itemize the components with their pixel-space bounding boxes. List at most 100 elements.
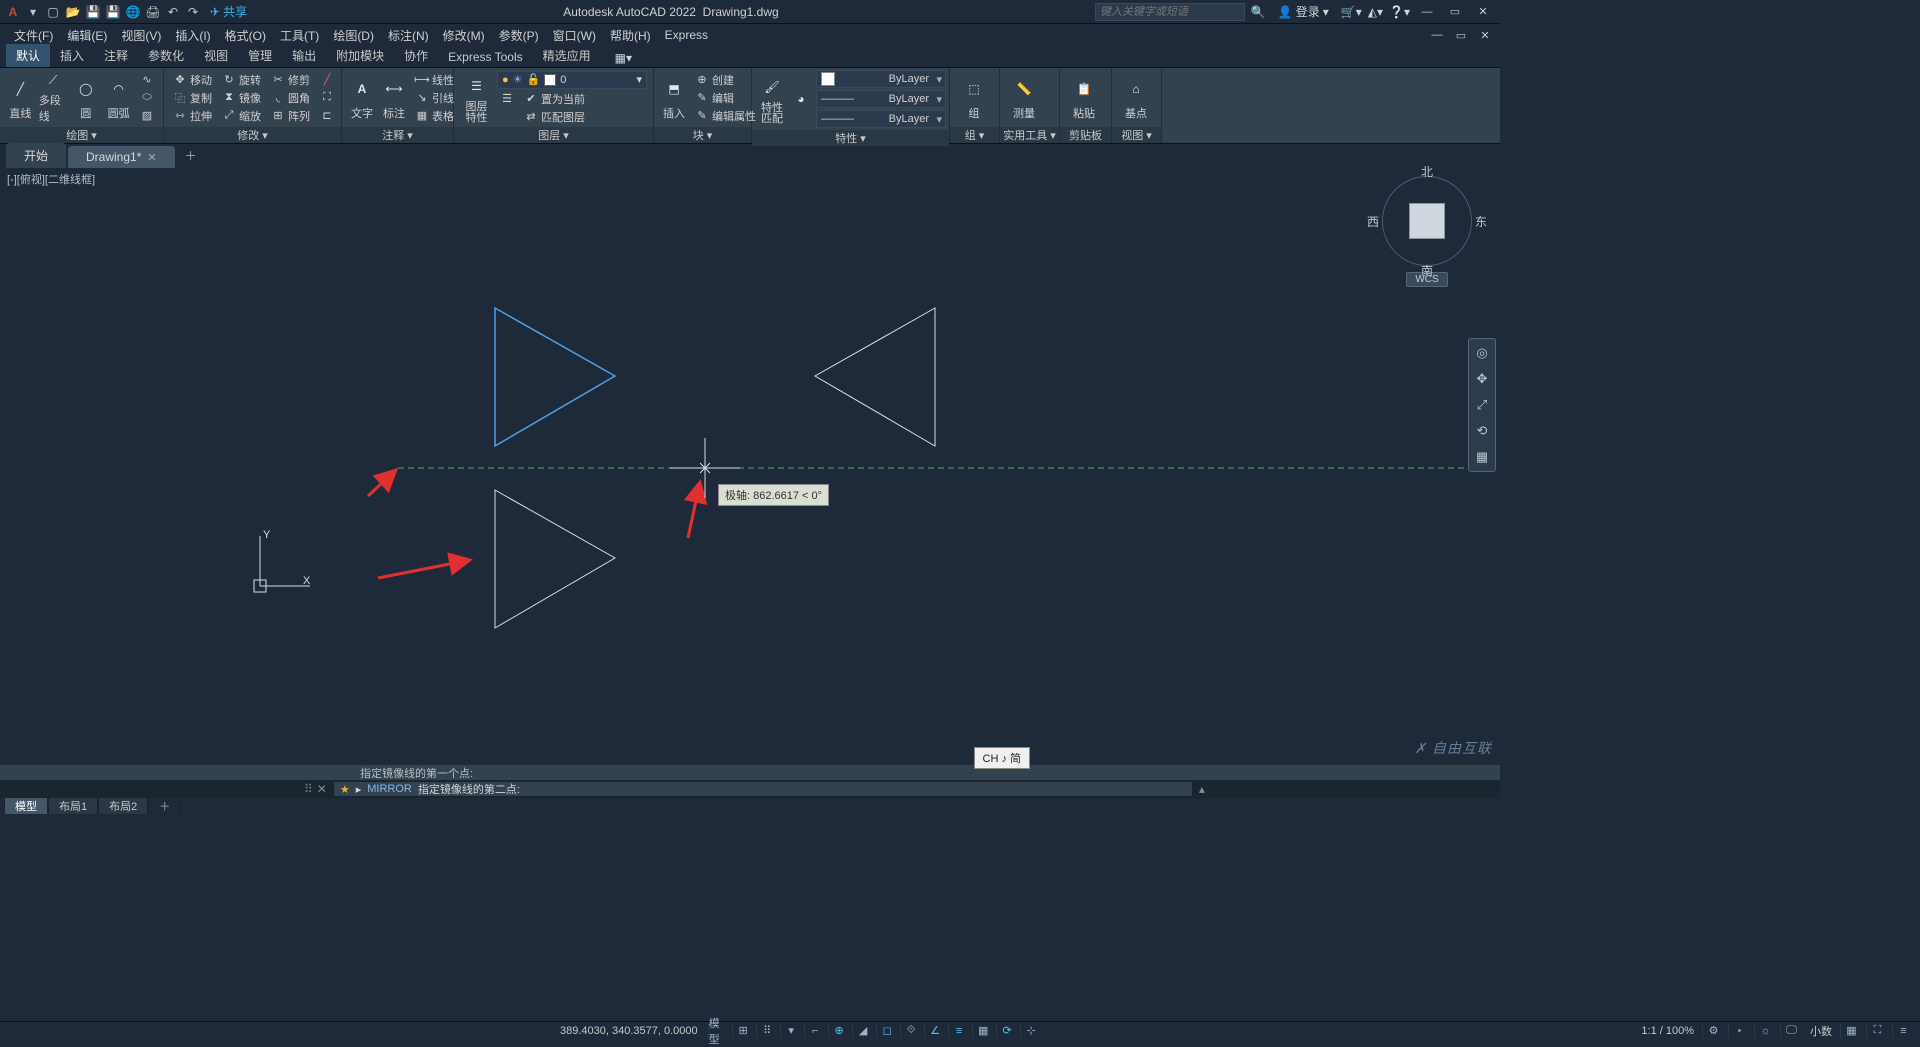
saveas-icon[interactable]: 💾 [104,3,122,21]
sb-clean-icon[interactable]: ⛶ [1866,1023,1888,1039]
layerprops-button[interactable]: ☰图层 特性 [460,72,493,124]
sb-osnap-icon[interactable]: ◻ [876,1023,898,1039]
polyline-button[interactable]: ⟋多段线 [39,72,68,124]
matchlayer-button[interactable]: ⇄匹配图层 [521,109,588,125]
spline-button[interactable]: ∿ [137,72,157,88]
autodesk-icon[interactable]: ◭▾ [1368,5,1383,19]
menu-tools[interactable]: 工具(T) [274,25,325,46]
cmd-expand-icon[interactable]: ▴ [1199,782,1205,796]
viewcube-east[interactable]: 东 [1475,213,1487,230]
doc-close-button[interactable]: ✕ [1474,26,1496,44]
offset-button[interactable]: ⊏ [317,108,337,124]
layer-dropdown[interactable]: ● ☀ 🔓 0 ▾ [497,71,647,89]
undo-icon[interactable]: ↶ [164,3,182,21]
layout-add[interactable]: ＋ [148,797,181,814]
colorwheel-button[interactable]: ◕ [790,73,812,125]
ribtab-featured[interactable]: 精选应用 [533,44,601,67]
sb-iso-icon[interactable]: ◢ [852,1023,874,1039]
rotate-button[interactable]: ↻旋转 [219,72,264,88]
stretch-button[interactable]: ⇿拉伸 [170,108,215,124]
group-button[interactable]: ⬚组 [956,72,992,124]
menu-param[interactable]: 参数(P) [493,25,545,46]
ribtab-options-icon[interactable]: ▦▾ [609,49,638,67]
viewcube[interactable]: 北 南 西 东 WCS [1372,176,1482,306]
pan-icon[interactable]: ✥ [1472,369,1492,389]
sb-cycle-icon[interactable]: ⟳ [996,1023,1018,1039]
line-button[interactable]: ╱直线 [6,72,35,124]
matchprop-button[interactable]: 🖌特性 匹配 [758,73,786,125]
viewcube-face[interactable] [1409,203,1445,239]
cmd-handle-icon[interactable]: ⠿ [304,782,311,796]
menu-dim[interactable]: 标注(N) [382,25,435,46]
sb-polar-icon[interactable]: ⊕ [828,1023,850,1039]
ribtab-insert[interactable]: 插入 [50,44,94,67]
leader-button[interactable]: ↘引线 [412,90,457,106]
menu-view[interactable]: 视图(V) [115,25,167,46]
plot-icon[interactable]: 🖨 [144,3,162,21]
tab-close-icon[interactable]: ✕ [147,151,156,164]
insert-button[interactable]: ⬒插入 [660,72,688,124]
sb-transp-icon[interactable]: ▦ [972,1023,994,1039]
scale-button[interactable]: ⤢缩放 [219,108,264,124]
arc-button[interactable]: ◠圆弧 [104,72,133,124]
command-input[interactable]: ★ ▸ MIRROR 指定镜像线的第二点: [333,781,1193,797]
layout-1[interactable]: 布局1 [48,797,98,814]
tab-drawing1[interactable]: Drawing1*✕ [68,146,175,168]
sb-ortho-icon[interactable]: ⌐ [804,1023,826,1039]
help-icon[interactable]: ❔▾ [1389,5,1410,19]
sb-snap-icon[interactable]: ⠿ [756,1023,778,1039]
paste-button[interactable]: 📋粘贴 [1066,72,1102,124]
linear-button[interactable]: ⟼线性 [412,72,457,88]
menu-window[interactable]: 窗口(W) [547,25,602,46]
showmotion-icon[interactable]: ▦ [1472,447,1492,467]
tab-start[interactable]: 开始 [6,143,66,168]
setcurrent-button[interactable]: ✔置为当前 [521,91,588,107]
menu-draw[interactable]: 绘图(D) [327,25,380,46]
viewcube-west[interactable]: 西 [1367,213,1379,230]
fillet-button[interactable]: ◟圆角 [268,90,313,106]
sb-units[interactable]: 小数 [1806,1023,1836,1039]
dim-button[interactable]: ⟷标注 [380,72,408,124]
new-icon[interactable]: ▢ [44,3,62,21]
sb-lwt-icon[interactable]: ≡ [948,1023,970,1039]
save-icon[interactable]: 💾 [84,3,102,21]
minimize-button[interactable]: — [1416,3,1438,21]
login-button[interactable]: 👤登录 ▾ [1272,1,1335,22]
sb-ws-icon[interactable]: ☼ [1754,1023,1776,1039]
app-icon[interactable]: A [4,3,22,21]
restore-button[interactable]: ▭ [1444,3,1466,21]
move-button[interactable]: ✥移动 [170,72,215,88]
search-icon[interactable]: 🔍 [1251,5,1266,19]
sb-ann-icon[interactable]: ⋆ [1728,1023,1750,1039]
menu-edit[interactable]: 编辑(E) [61,25,113,46]
steering-wheel-icon[interactable]: ◎ [1472,343,1492,363]
viewcube-north[interactable]: 北 [1421,163,1433,180]
basepoint-button[interactable]: ⌂基点 [1118,72,1154,124]
menu-modify[interactable]: 修改(M) [437,25,491,46]
layout-model[interactable]: 模型 [4,797,48,814]
doc-restore-button[interactable]: ▭ [1450,26,1472,44]
menu-express[interactable]: Express [659,26,714,44]
menu-help[interactable]: 帮助(H) [604,25,657,46]
drawing-canvas[interactable]: [-][俯视][二维线框] Y X 极轴: 862.6617 < 0° 北 [0,168,1500,764]
search-input[interactable] [1095,3,1245,21]
open-icon[interactable]: 📂 [64,3,82,21]
viewcube-south[interactable]: 南 [1421,262,1433,279]
copy-button[interactable]: ⿻复制 [170,90,215,106]
sb-monitor-icon[interactable]: 🖵 [1780,1023,1802,1039]
sb-dyn-icon[interactable]: ⊹ [1020,1023,1042,1039]
ribtab-annotate[interactable]: 注释 [94,44,138,67]
qat-menu-icon[interactable]: ▾ [24,3,42,21]
measure-button[interactable]: 📏测量 [1006,72,1042,124]
layout-2[interactable]: 布局2 [98,797,148,814]
linetype-dropdown[interactable]: ———ByLayer [816,110,946,128]
text-button[interactable]: A文字 [348,72,376,124]
cmd-close-icon[interactable]: ✕ [317,782,327,796]
layer-iso-button[interactable]: ☰ [497,91,517,107]
explode-button[interactable]: ⛶ [317,90,337,106]
blkcreate-button[interactable]: ⊕创建 [692,72,759,88]
sb-gear-icon[interactable]: ⚙ [1702,1023,1724,1039]
zoom-extents-icon[interactable]: ⤢ [1472,395,1492,415]
ribtab-default[interactable]: 默认 [6,44,50,67]
share-button[interactable]: ✈共享 [210,3,247,20]
